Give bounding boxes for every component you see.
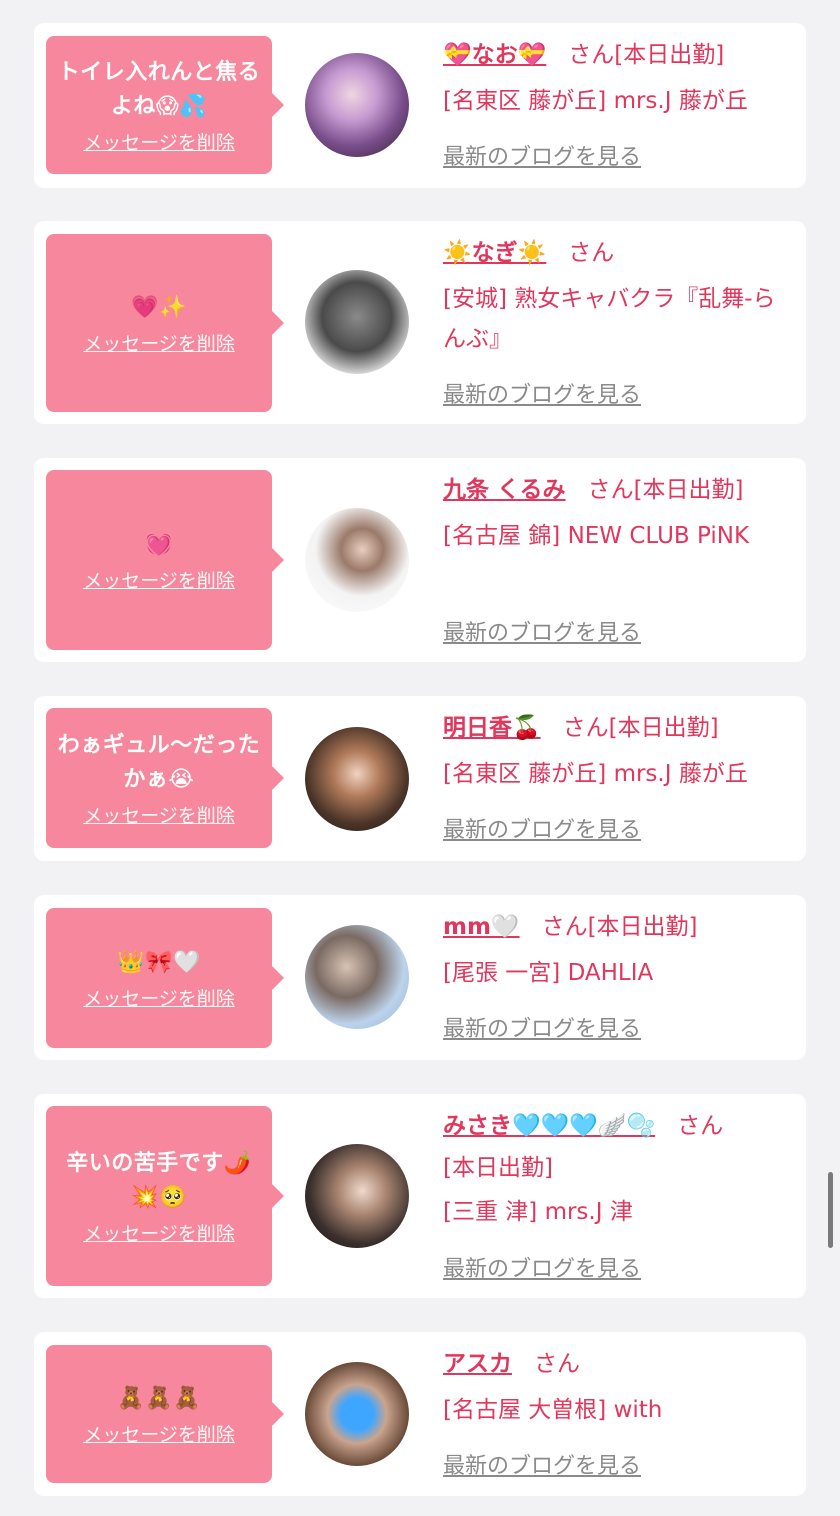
delete-message-link[interactable]: メッセージを削除 [83,984,235,1011]
status-badge: [本日出勤] [614,42,725,68]
honorific: さん [562,715,609,741]
honorific: さん [677,1113,724,1139]
message-bubble: 🧸🧸🧸 メッセージを削除 [46,1345,284,1483]
message-text: 👑🎀🤍 [117,949,201,975]
honorific: さん [534,1351,580,1377]
message-text: 💓 [145,531,173,557]
message-card: 👑🎀🤍 メッセージを削除 mm🤍 さん[本日出勤] [尾張 一宮] DAHLIA … [34,895,806,1060]
cast-name-link[interactable]: ☀️なぎ☀️ [443,240,546,266]
message-text: 🧸🧸🧸 [117,1385,201,1411]
latest-blog-link[interactable]: 最新のブログを見る [443,1448,641,1480]
latest-blog-link[interactable]: 最新のブログを見る [443,812,641,844]
message-card: 💗✨ メッセージを削除 ☀️なぎ☀️ さん [安城] 熟女キャバクラ『乱舞-らんぶ… [34,221,806,424]
cast-name-link[interactable]: 明日香🍒 [443,715,541,741]
avatar[interactable] [305,925,409,1029]
message-text: 辛いの苦手です🌶️💥🥺 [66,1150,252,1210]
delete-message-link[interactable]: メッセージを削除 [83,801,235,828]
status-badge: [本日出勤] [443,1155,553,1181]
message-bubble: 💓 メッセージを削除 [46,470,284,650]
delete-message-link[interactable]: メッセージを削除 [83,1420,235,1447]
status-badge: [本日出勤] [608,715,719,741]
cast-name-link[interactable]: mm🤍 [443,914,520,940]
message-bubble: 辛いの苦手です🌶️💥🥺 メッセージを削除 [46,1106,284,1286]
honorific: さん [568,240,615,266]
honorific: さん [568,42,615,68]
avatar[interactable] [305,1144,409,1248]
avatar[interactable] [305,727,409,831]
message-text: トイレ入れんと焦るよね😱💦 [57,59,261,119]
shop-location: [名東区 藤が丘] mrs.J 藤が丘 [443,761,748,787]
shop-location: [尾張 一宮] DAHLIA [443,960,654,986]
honorific: さん [541,914,588,940]
message-text: 💗✨ [131,294,187,320]
message-card: 💓 メッセージを削除 九条 くるみ さん[本日出勤] [名古屋 錦] NEW CL… [34,458,806,662]
message-card: トイレ入れんと焦るよね😱💦 メッセージを削除 💝なお💝 さん[本日出勤] [名東区… [34,23,806,188]
shop-location: [名古屋 錦] NEW CLUB PiNK [443,523,750,549]
honorific: さん [587,477,634,503]
latest-blog-link[interactable]: 最新のブログを見る [443,1011,641,1043]
scrollbar[interactable] [828,1172,833,1248]
message-bubble: 💗✨ メッセージを削除 [46,234,284,412]
message-bubble: 👑🎀🤍 メッセージを削除 [46,908,284,1048]
message-bubble: わぁギュル〜だったかぁ😭 メッセージを削除 [46,708,284,848]
latest-blog-link[interactable]: 最新のブログを見る [443,1251,641,1283]
delete-message-link[interactable]: メッセージを削除 [83,128,235,155]
cast-name-link[interactable]: みさき🩵🩵🩵🪽🫧 [443,1113,655,1139]
delete-message-link[interactable]: メッセージを削除 [83,566,235,593]
shop-location: [名東区 藤が丘] mrs.J 藤が丘 [443,88,748,114]
avatar[interactable] [305,270,409,374]
latest-blog-link[interactable]: 最新のブログを見る [443,615,641,647]
shop-location: [名古屋 大曽根] with [443,1397,663,1423]
avatar[interactable] [305,53,409,157]
delete-message-link[interactable]: メッセージを削除 [83,329,235,356]
cast-name-link[interactable]: アスカ [443,1351,512,1377]
message-bubble: トイレ入れんと焦るよね😱💦 メッセージを削除 [46,36,284,174]
status-badge: [本日出勤] [587,914,698,940]
shop-location: [三重 津] mrs.J 津 [443,1199,633,1225]
message-text: わぁギュル〜だったかぁ😭 [57,732,261,792]
latest-blog-link[interactable]: 最新のブログを見る [443,139,641,171]
delete-message-link[interactable]: メッセージを削除 [83,1219,235,1246]
message-card: 🧸🧸🧸 メッセージを削除 アスカ さん [名古屋 大曽根] with 最新のブログ… [34,1332,806,1496]
cast-name-link[interactable]: 💝なお💝 [443,42,546,68]
cast-name-link[interactable]: 九条 くるみ [443,477,566,503]
message-card: 辛いの苦手です🌶️💥🥺 メッセージを削除 みさき🩵🩵🩵🪽🫧 さん [本日出勤] [… [34,1094,806,1298]
shop-location: [安城] 熟女キャバクラ『乱舞-らんぶ』 [443,286,776,352]
message-card: わぁギュル〜だったかぁ😭 メッセージを削除 明日香🍒 さん[本日出勤] [名東区 … [34,696,806,861]
latest-blog-link[interactable]: 最新のブログを見る [443,377,641,409]
avatar[interactable] [305,1362,409,1466]
avatar[interactable] [305,508,409,612]
status-badge: [本日出勤] [633,477,744,503]
